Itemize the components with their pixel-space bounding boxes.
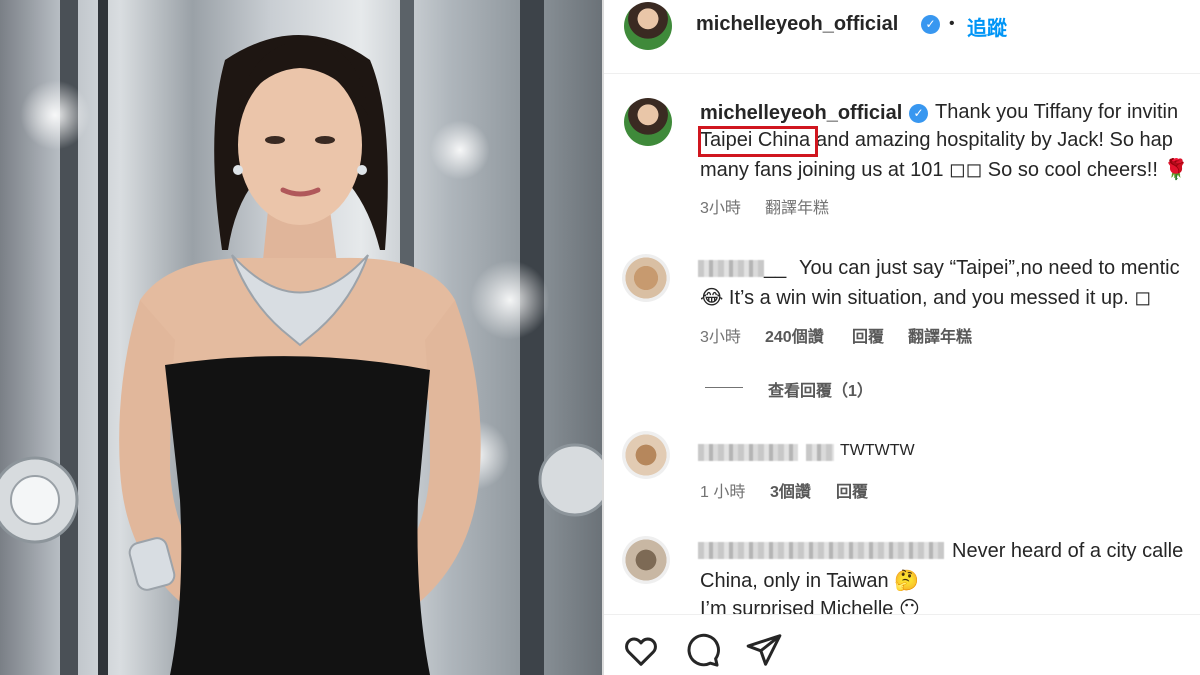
comment-likes[interactable]: 3個讚 [770,478,811,502]
comment-text-line-2: 😂 It’s a win win situation, and you mess… [700,287,1151,309]
comment-username-suffix[interactable]: __ [764,257,786,280]
heart-icon[interactable] [622,631,660,669]
comment-avatar[interactable] [622,536,670,584]
verified-icon: ✓ [921,15,940,34]
post-header: michelleyeoh_official ✓ • 追蹤 [604,0,1200,74]
caption-time: 3小時 [700,200,741,217]
earring [357,165,367,175]
share-icon[interactable] [745,631,783,669]
comment-username-blurred[interactable] [698,260,764,277]
separator-dot: • [949,15,955,32]
comment-text-line-1: TWTWTW [840,442,915,459]
eye [265,136,285,144]
comment-username-blurred[interactable] [698,542,944,559]
caption-avatar[interactable] [624,98,672,146]
comment-username-blurred[interactable] [806,444,834,461]
comment-reply-button[interactable]: 回覆 [836,478,868,502]
header-username[interactable]: michelleyeoh_official [696,13,898,36]
comment-text-line-1: Never heard of a city calle [952,540,1184,562]
comment-avatar[interactable] [622,254,670,302]
comment-likes[interactable]: 240個讚 [765,323,824,347]
comment-avatar[interactable] [622,431,670,479]
comment-text-line-2: China, only in Taiwan 🤔 [700,570,920,592]
caption-translate-link[interactable]: 翻譯年糕 [765,194,829,218]
comment-text-line-1: You can just say “Taipei”,no need to men… [799,257,1180,279]
face [238,65,362,225]
caption-line-1: Thank you Tiffany for invitin [935,101,1179,123]
caption-line-2: and amazing hospitality by Jack! So hap [816,129,1173,151]
highlight-box [698,126,818,157]
follow-button[interactable]: 追蹤 [967,12,1007,41]
comment-translate-link[interactable]: 翻譯年糕 [908,323,972,347]
caption-line-3: many fans joining us at 101 ◻◻ So so coo… [700,159,1189,181]
earring [233,165,243,175]
comment-username-blurred[interactable] [698,444,798,461]
verified-icon: ✓ [909,104,928,123]
comment-time: 1 小時 [700,484,746,501]
view-replies-button[interactable]: 查看回覆（1） [768,377,873,401]
avatar[interactable] [624,2,672,50]
replies-divider [705,387,743,388]
post-action-bar [604,614,1200,675]
post-photo [0,0,602,675]
comment-reply-button[interactable]: 回覆 [852,323,884,347]
caption-username[interactable]: michelleyeoh_official [700,102,902,125]
instagram-post-panel: michelleyeoh_official ✓ • 追蹤 michelleyeo… [604,0,1200,675]
comment-time: 3小時 [700,329,741,346]
woman-figure [0,35,602,675]
comment-icon[interactable] [683,631,721,669]
eye [315,136,335,144]
black-dress [165,356,430,675]
